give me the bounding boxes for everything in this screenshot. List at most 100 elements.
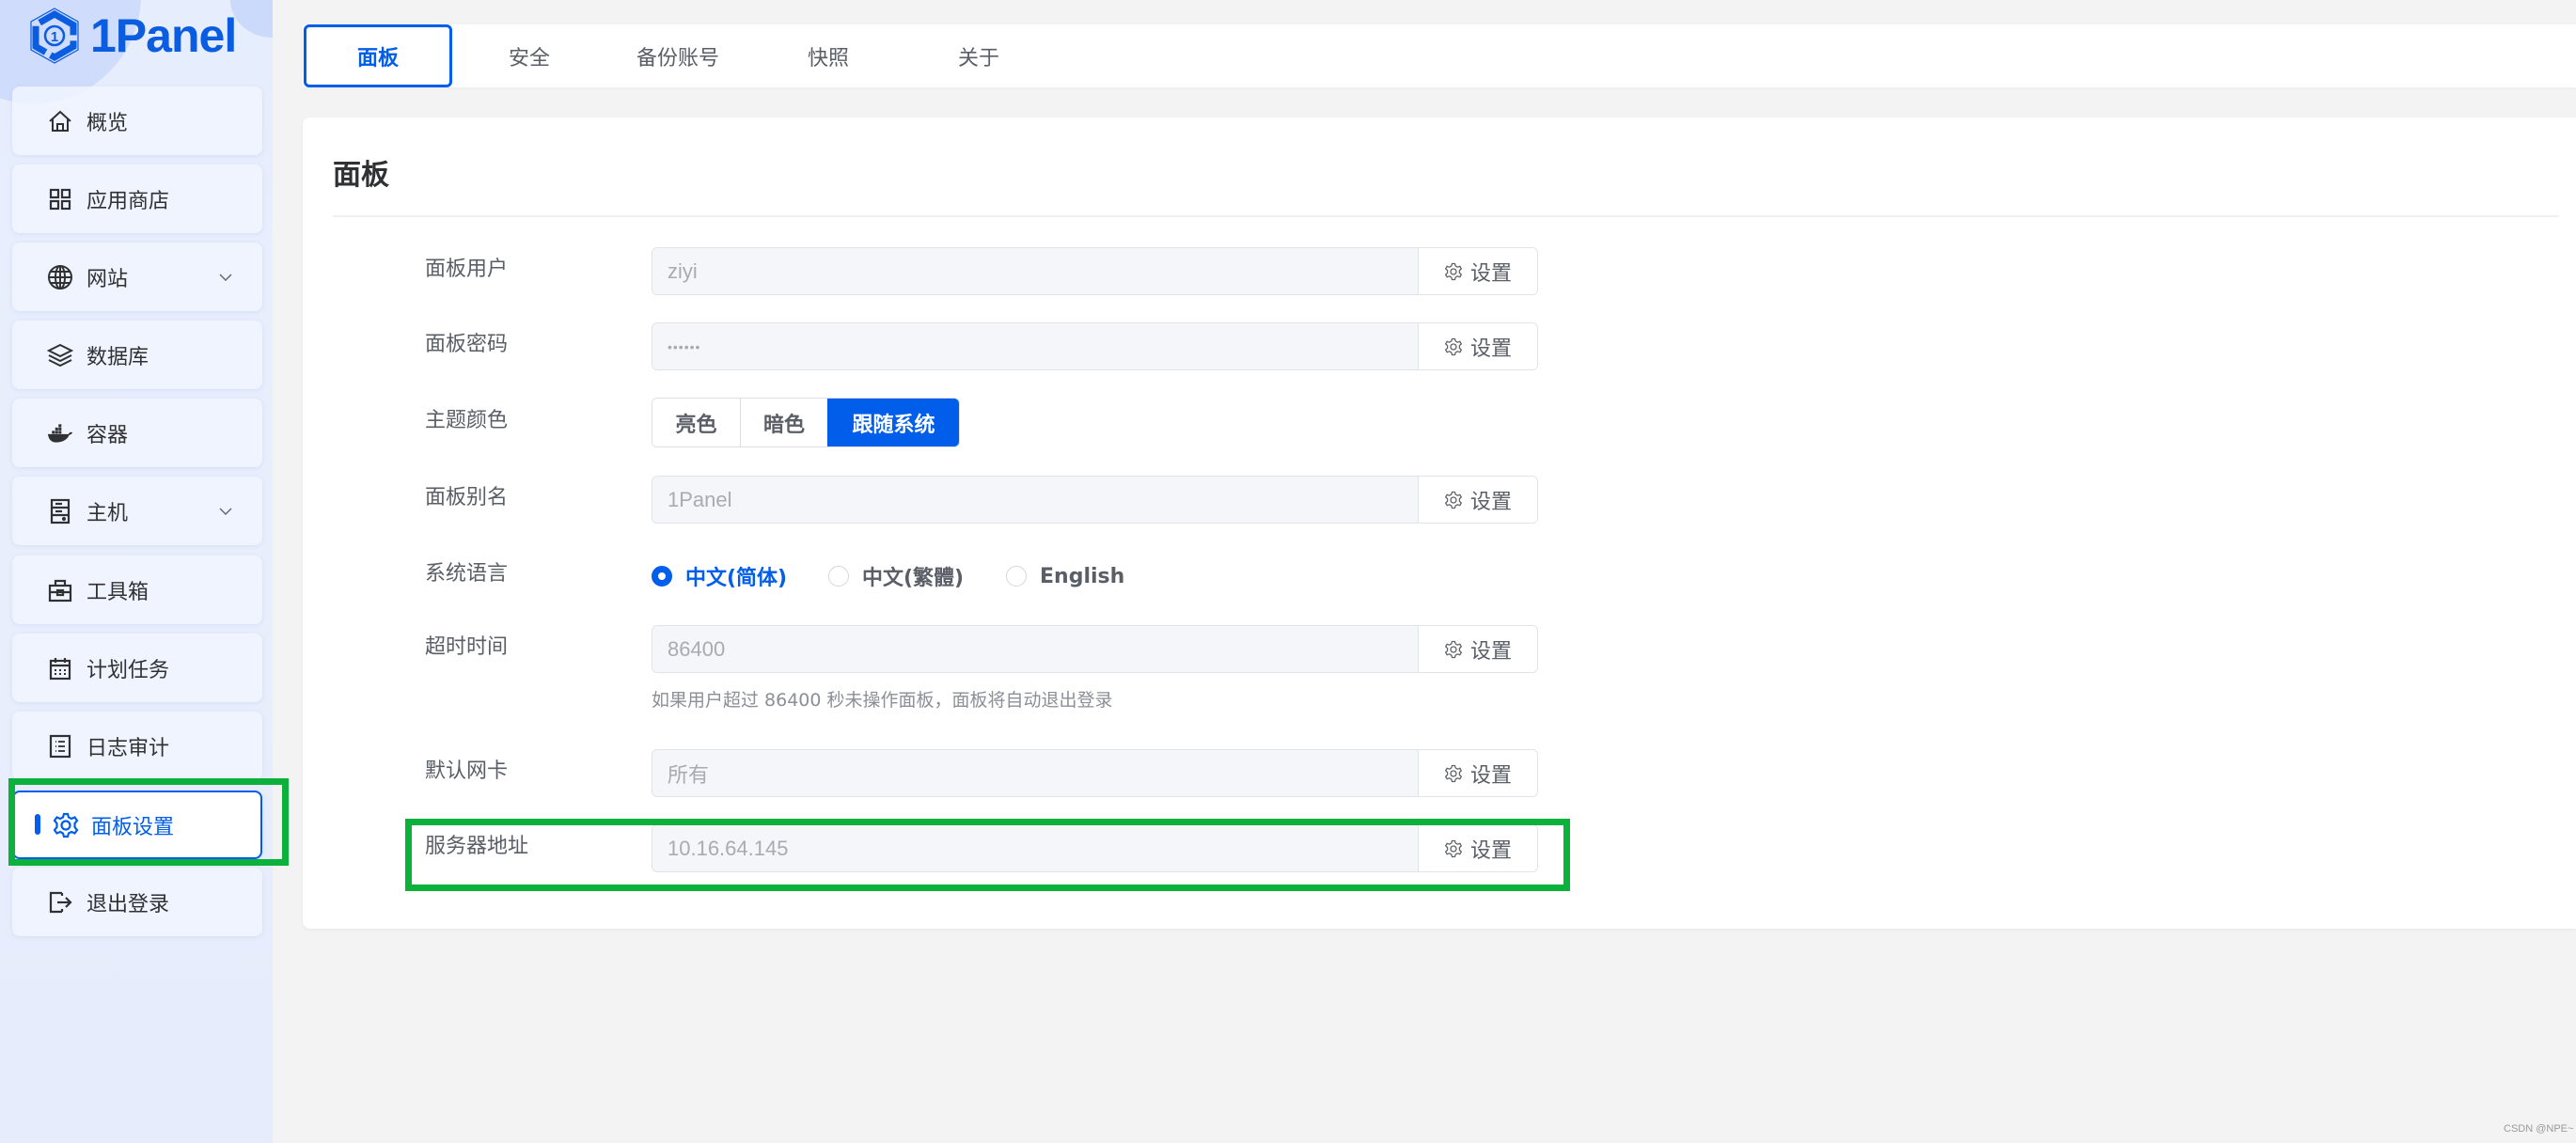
set-button-label: 设置 <box>1469 337 1512 361</box>
radio-dot <box>652 566 672 587</box>
timeout-input[interactable] <box>652 626 1418 672</box>
label-system-language: 系统语言 <box>425 562 509 586</box>
sidebar-item-label: 容器 <box>86 423 129 447</box>
tab-about[interactable]: 关于 <box>904 24 1053 87</box>
set-panel-user-button[interactable]: 设置 <box>1418 248 1537 294</box>
sidebar-item-label: 概览 <box>86 111 129 135</box>
sidebar-item-label: 数据库 <box>86 345 149 369</box>
sidebar-item-overview[interactable]: 概览 <box>12 86 262 155</box>
timeout-group: 设置 <box>652 625 1538 673</box>
sidebar-item-label: 计划任务 <box>86 658 170 682</box>
server-icon <box>46 497 74 525</box>
server-address-group: 设置 <box>652 824 1538 872</box>
gear-icon <box>1444 337 1463 355</box>
sidebar-item-website[interactable]: 网站 <box>12 243 262 311</box>
tab-panel[interactable]: 面板 <box>304 24 452 87</box>
home-icon <box>46 107 74 135</box>
radio-dot <box>828 566 849 587</box>
globe-icon <box>46 263 74 291</box>
radio-label: 中文(繁體) <box>862 567 965 590</box>
label-timeout: 超时时间 <box>425 635 509 659</box>
set-button-label: 设置 <box>1469 763 1512 788</box>
sidebar: 1 1Panel 概览 应用商店 网站 数据库 容器 主机 工具箱 计划任务 日… <box>0 0 273 1143</box>
label-theme-color: 主题颜色 <box>425 409 509 432</box>
active-indicator <box>35 814 40 835</box>
sidebar-item-label: 网站 <box>86 267 129 291</box>
sidebar-item-toolbox[interactable]: 工具箱 <box>12 556 262 624</box>
calendar-icon <box>46 654 74 682</box>
docker-icon <box>46 419 74 447</box>
server-address-input[interactable] <box>652 825 1418 871</box>
sidebar-item-app-store[interactable]: 应用商店 <box>12 164 262 233</box>
tab-security[interactable]: 安全 <box>455 24 604 87</box>
set-server-address-button[interactable]: 设置 <box>1418 825 1537 871</box>
sidebar-item-container[interactable]: 容器 <box>12 399 262 467</box>
logo[interactable]: 1 1Panel <box>28 6 237 66</box>
sidebar-item-logout[interactable]: 退出登录 <box>12 868 262 936</box>
sidebar-item-label: 应用商店 <box>86 189 170 213</box>
theme-option-light[interactable]: 亮色 <box>652 399 740 446</box>
set-timeout-button[interactable]: 设置 <box>1418 626 1537 672</box>
set-button-label: 设置 <box>1469 261 1512 286</box>
panel-alias-group: 设置 <box>652 476 1538 524</box>
panel-password-group: 设置 <box>652 322 1538 370</box>
set-panel-password-button[interactable]: 设置 <box>1418 323 1537 369</box>
divider <box>333 215 2559 217</box>
set-button-label: 设置 <box>1469 490 1512 514</box>
label-panel-user: 面板用户 <box>425 258 509 281</box>
sidebar-item-label: 日志审计 <box>86 736 170 760</box>
language-radio-zh-cn[interactable]: 中文(简体) <box>652 562 787 590</box>
log-list-icon <box>46 732 74 760</box>
radio-label: 中文(简体) <box>685 567 788 590</box>
settings-tabs: 面板 安全 备份账号 快照 关于 <box>303 24 2576 87</box>
watermark: CSDN @NPE~ <box>2504 1123 2574 1135</box>
language-radio-zh-tw[interactable]: 中文(繁體) <box>828 562 964 590</box>
gear-icon <box>1444 491 1463 509</box>
panel-user-group: 设置 <box>652 247 1538 295</box>
label-panel-password: 面板密码 <box>425 333 509 356</box>
decorative-blob <box>230 0 273 38</box>
sidebar-item-label: 面板设置 <box>91 815 175 839</box>
radio-label: English <box>1040 564 1125 588</box>
sidebar-item-panel-settings[interactable]: 面板设置 <box>12 791 262 859</box>
panel-user-input[interactable] <box>652 248 1418 294</box>
chevron-down-icon[interactable] <box>217 269 234 286</box>
tab-backup-accounts[interactable]: 备份账号 <box>604 24 752 87</box>
set-button-label: 设置 <box>1469 838 1512 863</box>
logout-icon <box>46 888 74 916</box>
gear-icon <box>1444 764 1463 782</box>
sidebar-item-label: 主机 <box>86 501 129 525</box>
tab-snapshot[interactable]: 快照 <box>754 24 903 87</box>
toolbox-icon <box>46 576 74 604</box>
panel-alias-input[interactable] <box>652 477 1418 523</box>
svg-text:1: 1 <box>51 29 58 45</box>
default-nic-input[interactable] <box>652 750 1418 796</box>
language-radio-en[interactable]: English <box>1006 562 1124 590</box>
label-panel-alias: 面板别名 <box>425 486 509 509</box>
sidebar-item-host[interactable]: 主机 <box>12 477 262 545</box>
gear-icon <box>1444 640 1463 658</box>
panel-password-input[interactable] <box>652 323 1418 369</box>
label-default-nic: 默认网卡 <box>425 759 509 783</box>
set-panel-alias-button[interactable]: 设置 <box>1418 477 1537 523</box>
gear-icon <box>1444 839 1463 857</box>
label-server-address: 服务器地址 <box>425 835 529 858</box>
sidebar-item-log-audit[interactable]: 日志审计 <box>12 712 262 780</box>
logo-text: 1Panel <box>90 9 237 62</box>
theme-selector: 亮色 暗色 跟随系统 <box>652 398 960 447</box>
card-title: 面板 <box>333 159 389 192</box>
set-default-nic-button[interactable]: 设置 <box>1418 750 1537 796</box>
theme-option-dark[interactable]: 暗色 <box>740 399 827 446</box>
sidebar-item-database[interactable]: 数据库 <box>12 321 262 389</box>
set-button-label: 设置 <box>1469 639 1512 664</box>
apps-grid-icon <box>46 185 74 213</box>
theme-option-system[interactable]: 跟随系统 <box>827 399 959 446</box>
1panel-logo-icon: 1 <box>30 8 79 64</box>
chevron-down-icon[interactable] <box>217 503 234 520</box>
default-nic-group: 设置 <box>652 749 1538 797</box>
radio-dot <box>1006 566 1027 587</box>
sidebar-item-label: 退出登录 <box>86 892 170 916</box>
gear-icon <box>52 811 80 839</box>
gear-icon <box>1444 262 1463 280</box>
sidebar-item-cron[interactable]: 计划任务 <box>12 634 262 702</box>
